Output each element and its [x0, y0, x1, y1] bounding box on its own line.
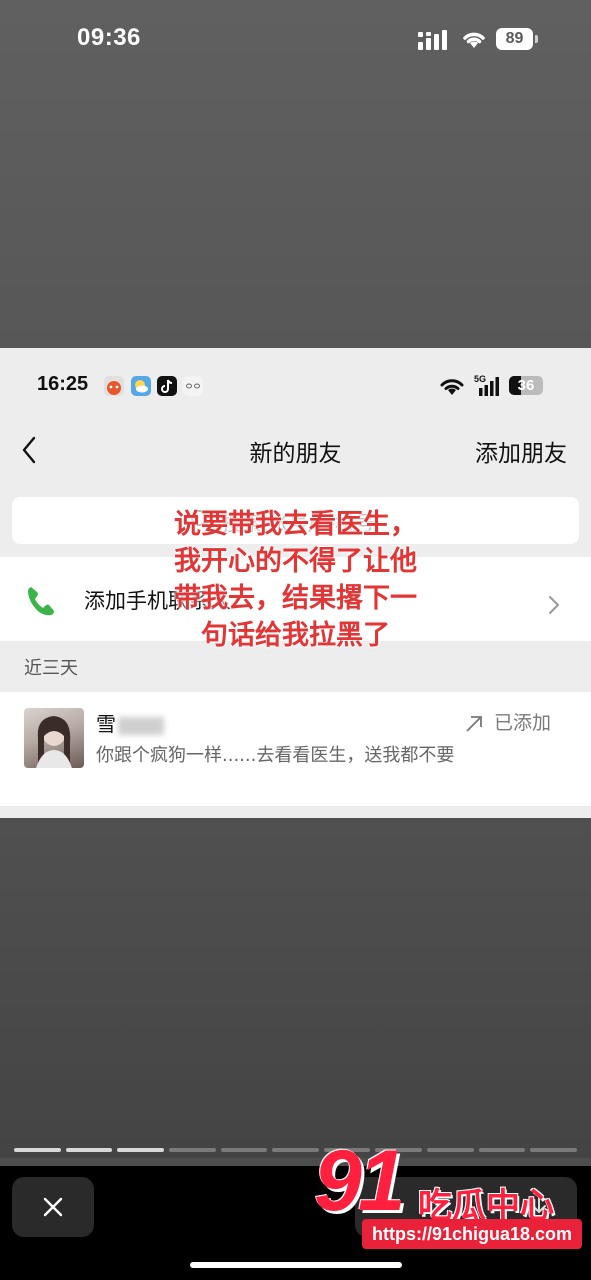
inner-status-time: 16:25 — [37, 373, 89, 395]
progress-segment — [168, 1148, 216, 1152]
overlay-caption: 说要带我去看医生， 我开心的不得了让他 带我去，结果撂下一 句话给我拉黑了 — [174, 509, 417, 651]
progress-segment — [530, 1148, 578, 1152]
home-indicator — [190, 1262, 402, 1268]
inner-signal-icon: 5G — [474, 374, 499, 396]
progress-segment — [272, 1148, 319, 1152]
oppo-app-icon — [183, 376, 203, 396]
battery-indicator: 89 — [496, 28, 533, 50]
app-notification-icon — [104, 376, 124, 396]
avatar — [24, 708, 84, 768]
friend-name: 雪 — [96, 708, 164, 737]
inner-battery-indicator: 36 — [509, 376, 543, 395]
inner-wifi-icon — [440, 379, 464, 395]
friend-message: 你跟个疯狗一样......去看看医生，送我都不要 — [96, 745, 455, 766]
wifi-icon — [463, 32, 485, 48]
progress-segment — [427, 1148, 474, 1152]
progress-segment — [65, 1148, 113, 1152]
outer-status-bar: 09:36 89 — [0, 0, 591, 80]
section-label-recent: 近三天 — [24, 658, 78, 679]
tiktok-icon — [157, 376, 177, 396]
battery-tip — [535, 35, 538, 43]
progress-segment — [220, 1148, 268, 1152]
arrow-up-right-icon — [466, 715, 482, 732]
close-button[interactable] — [12, 1177, 94, 1237]
watermark-logo-number: 91 — [314, 1133, 406, 1229]
story-progress-bar — [14, 1148, 578, 1152]
status-time: 09:36 — [77, 24, 141, 51]
progress-segment — [478, 1148, 526, 1152]
weather-app-icon — [131, 376, 151, 396]
svg-text:5G: 5G — [474, 374, 486, 384]
added-status: 已添加 — [464, 708, 551, 735]
add-friend-button[interactable]: 添加朋友 — [475, 434, 567, 468]
progress-segment — [117, 1148, 164, 1152]
progress-segment — [14, 1148, 61, 1152]
friend-request-row[interactable]: 雪 你跟个疯狗一样......去看看医生，送我都不要 已添加 — [0, 692, 591, 806]
background-bottom — [0, 818, 591, 1158]
close-icon — [43, 1197, 63, 1217]
cellular-signal-icon — [418, 30, 447, 50]
watermark-url: https://91chigua18.com — [362, 1219, 583, 1249]
blurred-name — [118, 716, 164, 735]
